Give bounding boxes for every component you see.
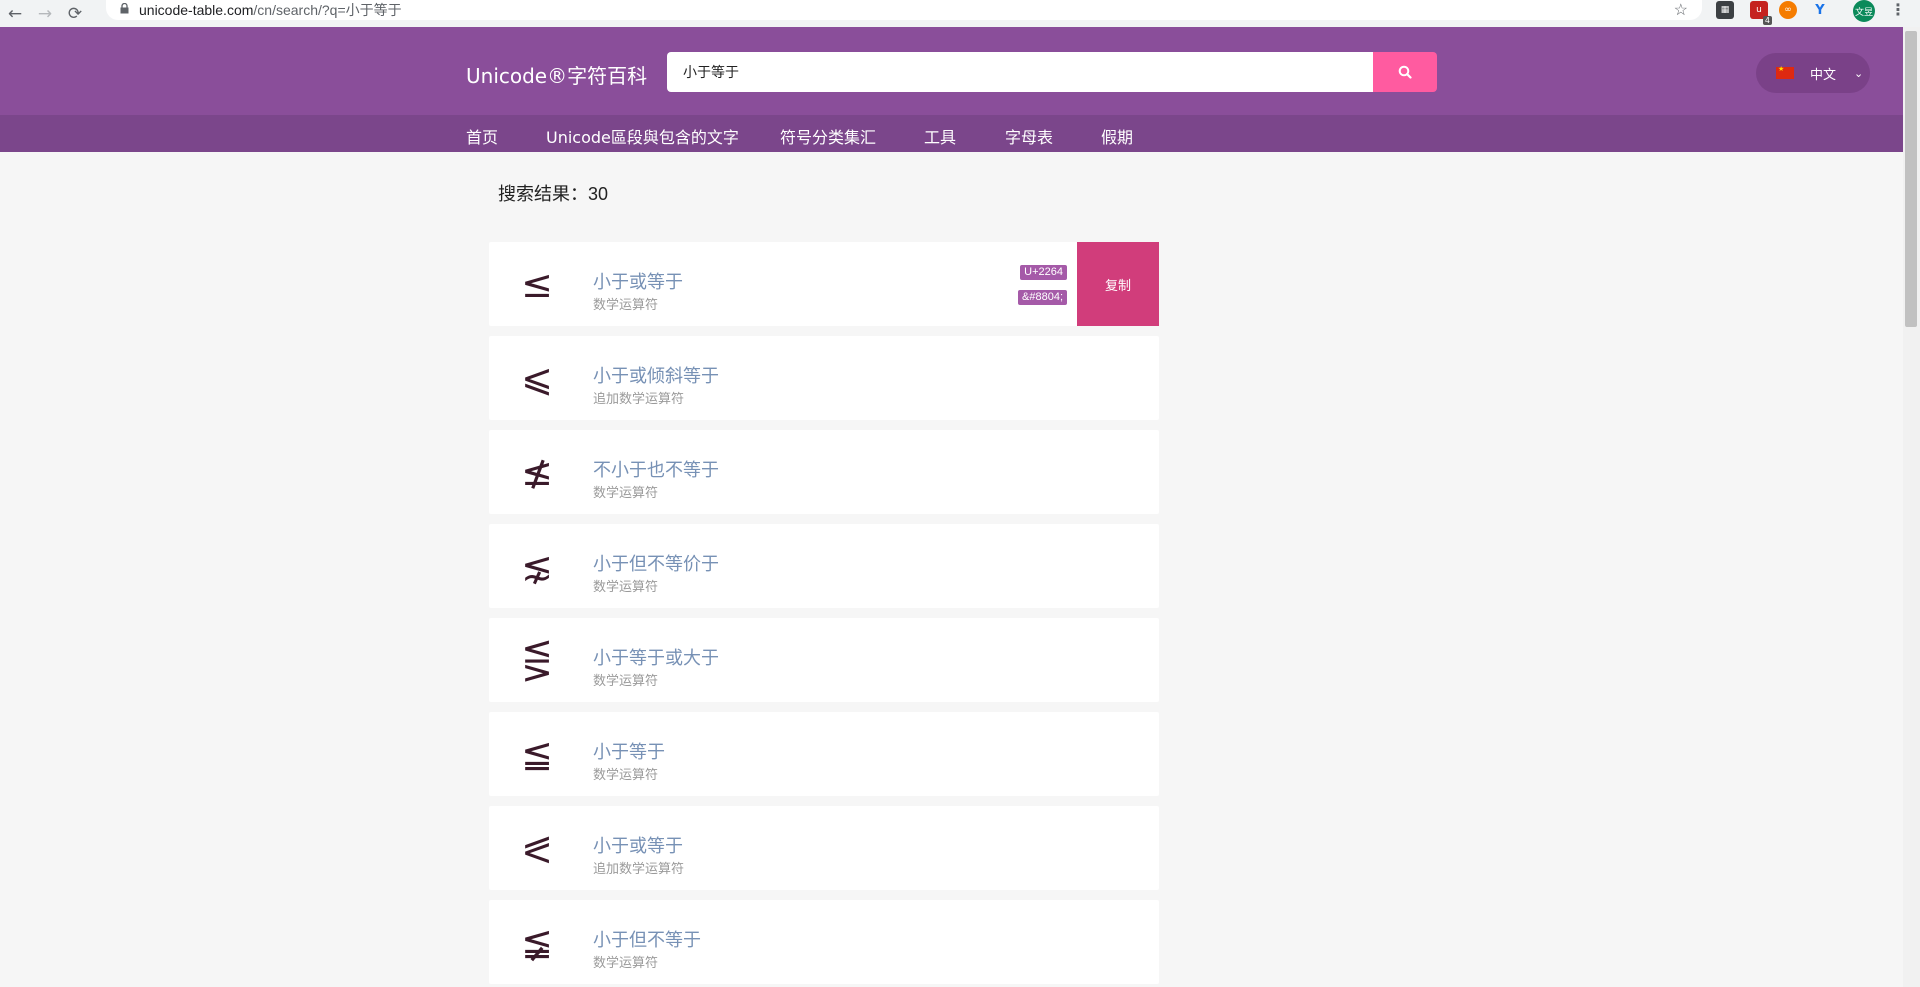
result-count-label: 搜索结果： [498, 184, 588, 205]
profile-avatar[interactable]: 文昱 [1853, 0, 1875, 22]
character-name[interactable]: 小于或倾斜等于 [593, 362, 719, 388]
extension-icon-4[interactable]: Y [1811, 1, 1829, 19]
character-category: 数学运算符 [593, 486, 659, 501]
result-card[interactable]: ≰ 不小于也不等于 数学运算符 [489, 430, 1159, 514]
browser-menu-icon[interactable]: ⋮ [1890, 0, 1906, 19]
character-category: 数学运算符 [593, 298, 659, 313]
reload-icon[interactable]: ⟳ [60, 4, 90, 24]
nav-tools[interactable]: 工具 [924, 124, 956, 148]
url-path: /cn/search/?q=小于等于 [253, 2, 402, 18]
character-name[interactable]: 小于但不等于 [593, 926, 701, 952]
copy-button[interactable]: 复制 [1077, 242, 1159, 326]
character-name[interactable]: 小于等于或大于 [593, 644, 719, 670]
character-category: 数学运算符 [593, 768, 659, 783]
character-glyph[interactable]: ≨ [489, 900, 585, 984]
character-name[interactable]: 小于或等于 [593, 268, 683, 294]
browser-toolbar: ← → ⟳ unicode-table.com/cn/search/?q=小于等… [0, 0, 1920, 27]
search-button[interactable] [1373, 52, 1437, 92]
extension-icon-1[interactable]: ▦ [1716, 1, 1734, 19]
character-name[interactable]: 小于或等于 [593, 832, 683, 858]
search-icon [1398, 65, 1412, 79]
china-flag-icon [1776, 65, 1794, 79]
character-glyph[interactable]: ≤ [489, 242, 585, 326]
character-name[interactable]: 小于但不等价于 [593, 550, 719, 576]
character-glyph[interactable]: ⋦ [489, 524, 585, 608]
chevron-down-icon: ⌄ [1854, 66, 1864, 80]
result-card[interactable]: ⋦ 小于但不等价于 数学运算符 [489, 524, 1159, 608]
result-card[interactable]: ≦ 小于等于 数学运算符 [489, 712, 1159, 796]
page-scrollbar-thumb[interactable] [1905, 31, 1917, 327]
address-bar[interactable]: unicode-table.com/cn/search/?q=小于等于 ☆ [106, 0, 1702, 20]
site-header: Unicode®字符百科 中文 ⌄ [0, 27, 1903, 115]
extension-icon-3[interactable]: ∞ [1779, 1, 1797, 19]
result-count-value: 30 [588, 184, 609, 204]
lock-icon [120, 2, 129, 17]
result-card[interactable]: ⩽ 小于或倾斜等于 追加数学运算符 [489, 336, 1159, 420]
search-input[interactable] [667, 52, 1373, 92]
bookmark-star-icon[interactable]: ☆ [1674, 0, 1688, 20]
nav-holidays[interactable]: 假期 [1101, 124, 1133, 148]
nav-alphabets[interactable]: 字母表 [1005, 124, 1053, 148]
forward-icon[interactable]: → [30, 4, 60, 24]
main-nav: 首页 Unicode區段與包含的文字 符号分类集汇 工具 字母表 假期 [0, 115, 1903, 152]
result-card[interactable]: ≤ 小于或等于 数学运算符 U+2264 &#8804; 复制 [489, 242, 1159, 326]
character-glyph[interactable]: ≦ [489, 712, 585, 796]
character-name[interactable]: 小于等于 [593, 738, 665, 764]
url-host: unicode-table.com [139, 2, 254, 18]
unicode-code-badge[interactable]: U+2264 [1020, 265, 1067, 280]
character-glyph[interactable]: ≰ [489, 430, 585, 514]
site-logo[interactable]: Unicode®字符百科 [466, 60, 647, 89]
nav-unicode-blocks[interactable]: Unicode區段與包含的文字 [546, 124, 739, 148]
character-glyph[interactable]: ⪕ [489, 806, 585, 890]
character-category: 追加数学运算符 [593, 392, 685, 407]
character-category: 数学运算符 [593, 956, 659, 971]
language-selector[interactable]: 中文 ⌄ [1756, 53, 1870, 93]
html-entity-badge[interactable]: &#8804; [1018, 290, 1067, 305]
result-count: 搜索结果：30 [498, 180, 608, 206]
result-card[interactable]: ⋚ 小于等于或大于 数学运算符 [489, 618, 1159, 702]
character-glyph[interactable]: ⋚ [489, 618, 585, 702]
nav-symbol-sets[interactable]: 符号分类集汇 [780, 124, 876, 148]
character-glyph[interactable]: ⩽ [489, 336, 585, 420]
result-card[interactable]: ≨ 小于但不等于 数学运算符 [489, 900, 1159, 984]
character-category: 数学运算符 [593, 674, 659, 689]
character-category: 追加数学运算符 [593, 862, 685, 877]
nav-home[interactable]: 首页 [466, 124, 498, 148]
language-label: 中文 [1810, 67, 1837, 83]
back-icon[interactable]: ← [0, 4, 30, 24]
extension-icon-2[interactable]: u4 [1750, 1, 1772, 25]
extension-badge: 4 [1762, 16, 1772, 25]
character-category: 数学运算符 [593, 580, 659, 595]
result-card[interactable]: ⪕ 小于或等于 追加数学运算符 [489, 806, 1159, 890]
character-name[interactable]: 不小于也不等于 [593, 456, 719, 482]
